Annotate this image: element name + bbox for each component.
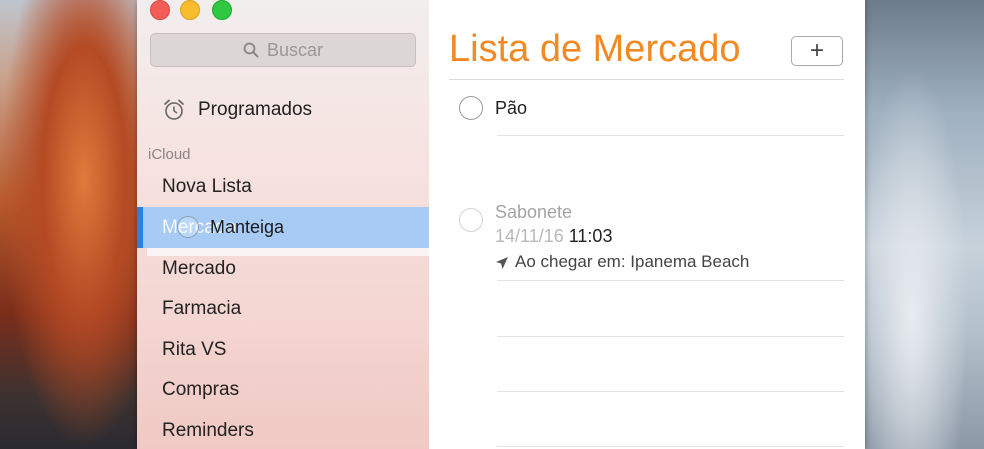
sidebar: Buscar Programados iCloud Nova Lista Mer…	[137, 0, 430, 449]
alarm-clock-icon	[162, 98, 186, 122]
scheduled-label: Programados	[198, 99, 313, 120]
sidebar-item-drop-target[interactable]: Mercado Manteiga	[137, 207, 429, 248]
row-divider	[497, 280, 844, 281]
reminder-datetime[interactable]: 14/11/16 11:03	[495, 226, 612, 247]
maximize-button[interactable]	[212, 0, 232, 20]
sidebar-item-compras[interactable]: Compras	[162, 379, 239, 401]
row-divider	[497, 336, 844, 337]
search-field[interactable]: Buscar	[150, 33, 416, 67]
dragged-reminder-checkbox	[177, 216, 199, 238]
reminder-title-pao[interactable]: Pão	[495, 98, 527, 119]
row-divider	[497, 391, 844, 392]
sidebar-item-mercado[interactable]: Mercado	[162, 258, 236, 280]
add-reminder-button[interactable]: +	[791, 36, 843, 66]
list-title: Lista de Mercado	[449, 28, 741, 70]
desktop-wallpaper-right	[864, 0, 984, 449]
row-divider	[497, 135, 844, 136]
search-placeholder: Buscar	[266, 39, 324, 60]
reminder-checkbox-sabonete[interactable]	[459, 208, 483, 232]
close-button[interactable]	[150, 0, 170, 20]
sidebar-item-rita-vs[interactable]: Rita VS	[162, 339, 226, 361]
dragged-reminder-label[interactable]: Manteiga	[210, 217, 284, 238]
title-divider	[449, 79, 844, 80]
row-divider	[497, 446, 844, 447]
reminder-checkbox-pao[interactable]	[459, 96, 483, 120]
reminder-time: 11:03	[568, 226, 613, 246]
sidebar-item-reminders[interactable]: Reminders	[162, 420, 254, 442]
scheduled-list[interactable]: Programados	[162, 98, 312, 122]
sidebar-item-nova-lista[interactable]: Nova Lista	[162, 176, 252, 198]
reminders-window: Buscar Programados iCloud Nova Lista Mer…	[137, 0, 865, 449]
section-header-icloud: iCloud	[148, 146, 191, 163]
reminder-date: 14/11/16	[495, 226, 564, 246]
location-arrow-icon	[495, 255, 509, 269]
drag-ghost-strip	[147, 248, 429, 256]
minimize-button[interactable]	[180, 0, 200, 20]
reminder-location-text: Ao chegar em: Ipanema Beach	[515, 252, 750, 271]
reminder-location[interactable]: Ao chegar em: Ipanema Beach	[495, 252, 749, 272]
desktop-wallpaper-left	[0, 0, 140, 449]
reminder-title-sabonete[interactable]: Sabonete	[495, 202, 572, 223]
sidebar-item-farmacia[interactable]: Farmacia	[162, 298, 241, 320]
search-icon	[243, 42, 259, 58]
reminder-list-pane: Lista de Mercado + Pão Sabonete 14/11/16…	[429, 0, 865, 449]
